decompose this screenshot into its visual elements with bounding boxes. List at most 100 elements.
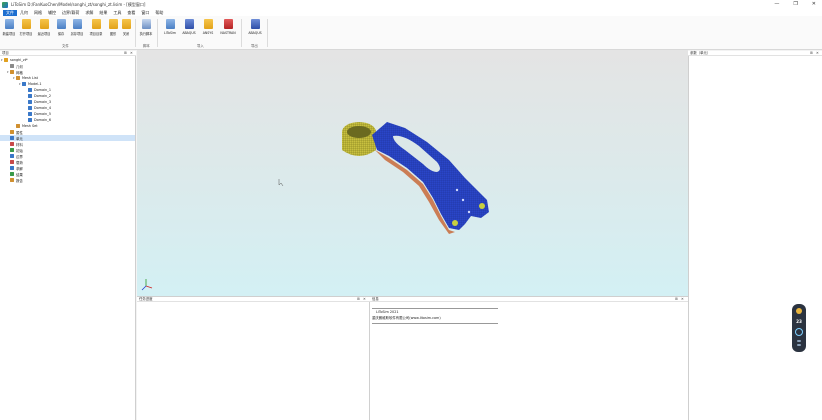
menu-geometry[interactable]: 几何 [17, 10, 31, 16]
abaqus-import-icon [184, 19, 194, 29]
tree-node-icon [10, 160, 14, 164]
new-project-button[interactable]: 新建项目 [1, 19, 17, 36]
open-project-button[interactable]: 打开项目 [18, 19, 34, 36]
tree-item-label: Domain_3 [34, 100, 52, 104]
menu-bar: 文件 几何 网格 辅控 边界/载荷 求解 结果 工具 查看 窗口 帮助 [0, 9, 822, 16]
tree-item-label: Mesh List [22, 76, 38, 80]
tree-node-icon [28, 112, 32, 116]
bolt-hole [452, 220, 458, 226]
tree-node-icon [28, 118, 32, 122]
window-title: LiToSim D:/FanKuoChen/Model/songhi_zt/so… [11, 1, 146, 7]
mouse-cursor-icon [278, 179, 284, 187]
ribbon-separator [267, 19, 268, 47]
import-nastran-button[interactable]: NASTRAN [220, 19, 236, 35]
small-hole [467, 210, 471, 214]
bolt-hole [479, 203, 485, 209]
import-ansys-button[interactable]: ANSYS [200, 19, 216, 35]
widget-ring-icon [795, 328, 803, 336]
group-label-script: 脚本 [143, 44, 150, 48]
menu-assist[interactable]: 辅控 [45, 10, 59, 16]
small-hole [455, 188, 459, 192]
ribbon-separator [135, 19, 136, 47]
model-viewport[interactable] [137, 50, 688, 296]
new-project-icon [4, 19, 14, 29]
tree-item-label: 报告 [16, 178, 23, 183]
project-folder-button[interactable]: 项目目录 [88, 19, 104, 36]
import-litosim-button[interactable]: LiToSim [162, 19, 178, 35]
ribbon-separator [241, 19, 242, 47]
tree-node-icon [10, 130, 14, 134]
run-script-button[interactable]: 执行脚本 [138, 19, 154, 36]
small-hole [461, 198, 465, 202]
close-project-button[interactable]: 关闭 [118, 19, 134, 36]
minimize-button[interactable]: — [774, 1, 779, 7]
tree-node-icon [16, 76, 20, 80]
panel-close-icon[interactable]: ✕ [681, 297, 684, 302]
tree-item-label: songhi_zt* [10, 58, 28, 62]
task-progress-panel: 任务进度 ⊞ ✕ [137, 296, 370, 420]
panel-pin-icon[interactable]: ⊞ [675, 297, 678, 302]
tree-item-label: Mesh Set [22, 124, 38, 128]
menu-mesh[interactable]: 网格 [31, 10, 45, 16]
save-button[interactable]: 保存 [53, 19, 69, 36]
widget-bar-icon [797, 340, 801, 342]
cylinder-hole [347, 126, 371, 138]
close-button[interactable]: ✕ [812, 1, 816, 7]
menu-view[interactable]: 查看 [124, 10, 138, 16]
output-panel-title: 信息 [372, 297, 379, 301]
menu-boundary-load[interactable]: 边界/载荷 [59, 10, 82, 16]
tree-node-icon [10, 64, 14, 68]
group-label-export: 导出 [251, 44, 258, 48]
axis-triad-icon [141, 279, 153, 291]
save-as-button[interactable]: 另存项目 [69, 19, 85, 36]
tree-item-label: Domain_1 [34, 88, 52, 92]
output-line: 重庆朗维斯软件有限公司(www.litosim.com) [372, 316, 441, 320]
group-label-file: 文件 [62, 44, 69, 48]
run-script-icon [141, 19, 151, 29]
ansys-import-icon [203, 19, 213, 29]
tree-item-label: 求解 [16, 166, 23, 171]
tree-item-label: Model-1 [28, 82, 42, 86]
bracket-mesh-model [141, 122, 489, 291]
tree-node-icon [16, 124, 20, 128]
widget-value: 23 [796, 319, 802, 324]
tree-node-icon [28, 106, 32, 110]
tree-item-label: Domain_5 [34, 112, 52, 116]
menu-solve[interactable]: 求解 [82, 10, 96, 16]
tree-node-icon [10, 172, 14, 176]
tree-node-icon [4, 58, 8, 62]
tree-item[interactable]: 报告 [0, 177, 135, 183]
menu-window[interactable]: 窗口 [138, 10, 152, 16]
litosim-import-icon [165, 19, 175, 29]
tree-item-label: 载荷 [16, 160, 23, 165]
menu-results[interactable]: 结果 [96, 10, 110, 16]
panel-pin-icon[interactable]: ⊞ [357, 297, 360, 302]
tree-node-icon [10, 142, 14, 146]
floating-monitor-widget[interactable]: 23 [792, 304, 806, 352]
abaqus-export-icon [250, 19, 260, 29]
tree-node-icon [10, 166, 14, 170]
menu-file[interactable]: 文件 [3, 9, 17, 16]
task-panel-title: 任务进度 [139, 297, 153, 301]
title-bar: LiToSim D:/FanKuoChen/Model/songhi_zt/so… [0, 0, 822, 9]
menu-tools[interactable]: 工具 [110, 10, 124, 16]
tree-node-icon [10, 70, 14, 74]
widget-badge-icon [796, 308, 802, 314]
export-abaqus-button[interactable]: ABAQUS [247, 19, 263, 35]
ribbon-toolbar: 新建项目 打开项目 最近项目 保存 另存项目 项目目录 图形 关闭 执行脚本 L… [0, 16, 822, 50]
output-panel: 信息 ⊞ ✕ LiToSim 2021 重庆朗维斯软件有限公司(www.lito… [370, 296, 688, 420]
maximize-button[interactable]: ❐ [793, 1, 797, 7]
tree-node-icon [28, 100, 32, 104]
tree-node-icon [28, 88, 32, 92]
tree-node-icon [10, 136, 14, 140]
project-folder-icon [91, 19, 101, 29]
nastran-import-icon [223, 19, 233, 29]
menu-help[interactable]: 帮助 [152, 10, 166, 16]
recent-project-button[interactable]: 最近项目 [36, 19, 52, 36]
bracket-arm [372, 122, 489, 230]
panel-close-icon[interactable]: ✕ [363, 297, 366, 302]
output-divider [372, 308, 498, 309]
tree-node-icon [10, 154, 14, 158]
import-abaqus-button[interactable]: ABAQUS [181, 19, 197, 35]
tree-node-icon [10, 178, 14, 182]
